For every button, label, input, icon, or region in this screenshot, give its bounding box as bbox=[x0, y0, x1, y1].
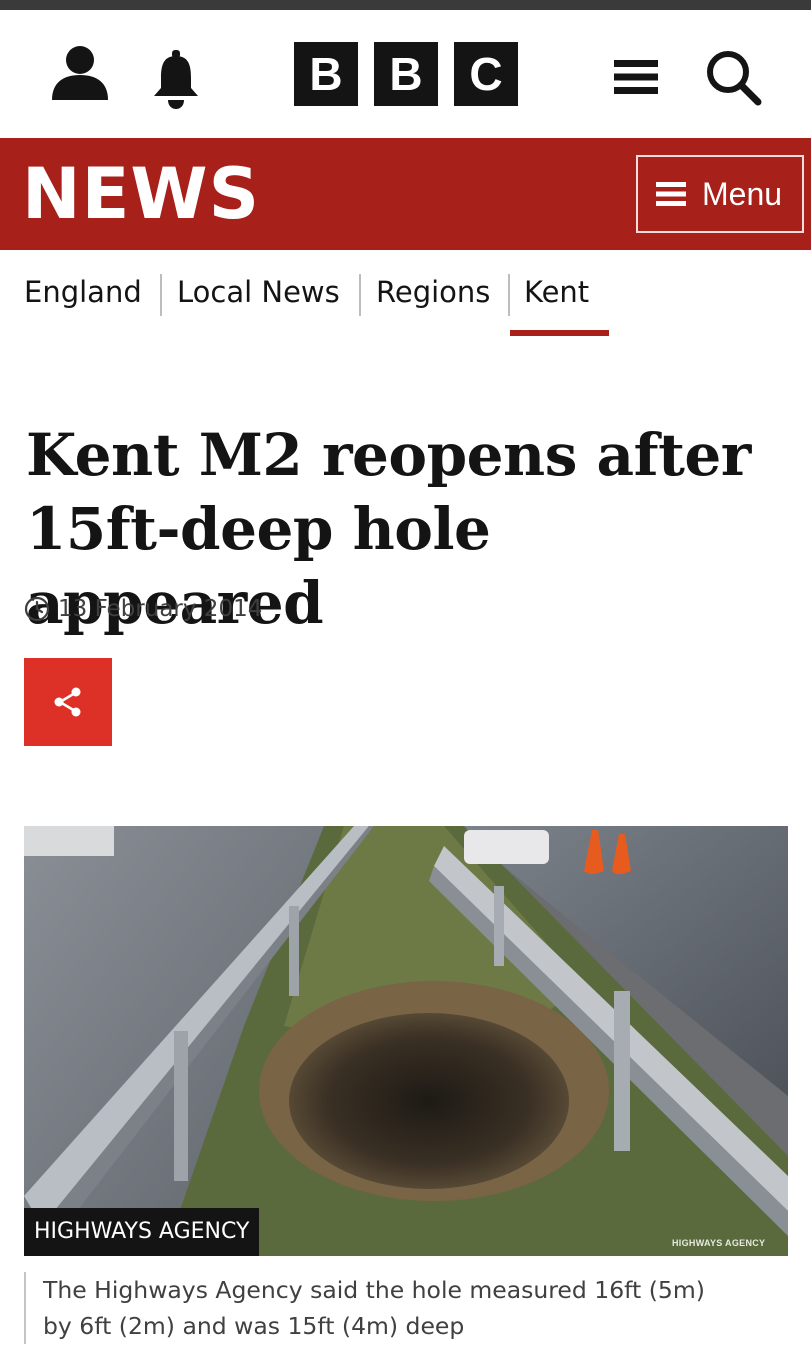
caption-line-1: The Highways Agency said the hole measur… bbox=[43, 1276, 705, 1304]
bbc-logo[interactable]: B B C bbox=[294, 42, 520, 106]
active-tab-indicator bbox=[510, 330, 609, 336]
article-dateline: 13 February 2014 bbox=[24, 594, 262, 624]
bbc-masthead: B B C bbox=[0, 10, 811, 138]
nav-item-local-news[interactable]: Local News bbox=[177, 272, 340, 312]
logo-letter: C bbox=[454, 42, 518, 106]
headline-line-1: Kent M2 reopens after bbox=[26, 421, 751, 489]
nav-divider bbox=[160, 274, 162, 316]
share-button[interactable] bbox=[24, 658, 112, 746]
logo-letter: B bbox=[294, 42, 358, 106]
nav-item-england[interactable]: England bbox=[24, 272, 142, 312]
hamburger-icon[interactable] bbox=[614, 58, 658, 96]
nav-item-kent[interactable]: Kent bbox=[524, 272, 589, 312]
sinkhole-photo-illustration bbox=[24, 826, 788, 1256]
caption-line-2: by 6ft (2m) and was 15ft (4m) deep bbox=[43, 1312, 465, 1340]
clock-icon bbox=[24, 596, 50, 622]
news-bar: NEWS Menu bbox=[0, 138, 811, 250]
news-section-title[interactable]: NEWS bbox=[22, 154, 260, 234]
search-icon[interactable] bbox=[704, 48, 762, 106]
section-nav: England Local News Regions Kent bbox=[0, 252, 811, 342]
top-border bbox=[0, 0, 811, 10]
logo-letter: B bbox=[374, 42, 438, 106]
nav-divider bbox=[508, 274, 510, 316]
image-credit: HIGHWAYS AGENCY bbox=[24, 1208, 260, 1256]
user-icon[interactable] bbox=[50, 42, 110, 102]
bell-icon[interactable] bbox=[150, 48, 202, 110]
nav-item-regions[interactable]: Regions bbox=[376, 272, 490, 312]
article-date: 13 February 2014 bbox=[58, 596, 263, 622]
menu-button[interactable]: Menu bbox=[636, 155, 804, 233]
share-icon bbox=[54, 687, 81, 717]
menu-label: Menu bbox=[702, 175, 783, 212]
image-watermark: HIGHWAYS AGENCY bbox=[672, 1238, 766, 1248]
nav-divider bbox=[359, 274, 361, 316]
menu-icon bbox=[656, 182, 686, 206]
article-photo bbox=[24, 826, 788, 1256]
image-caption: The Highways Agency said the hole measur… bbox=[24, 1272, 784, 1344]
